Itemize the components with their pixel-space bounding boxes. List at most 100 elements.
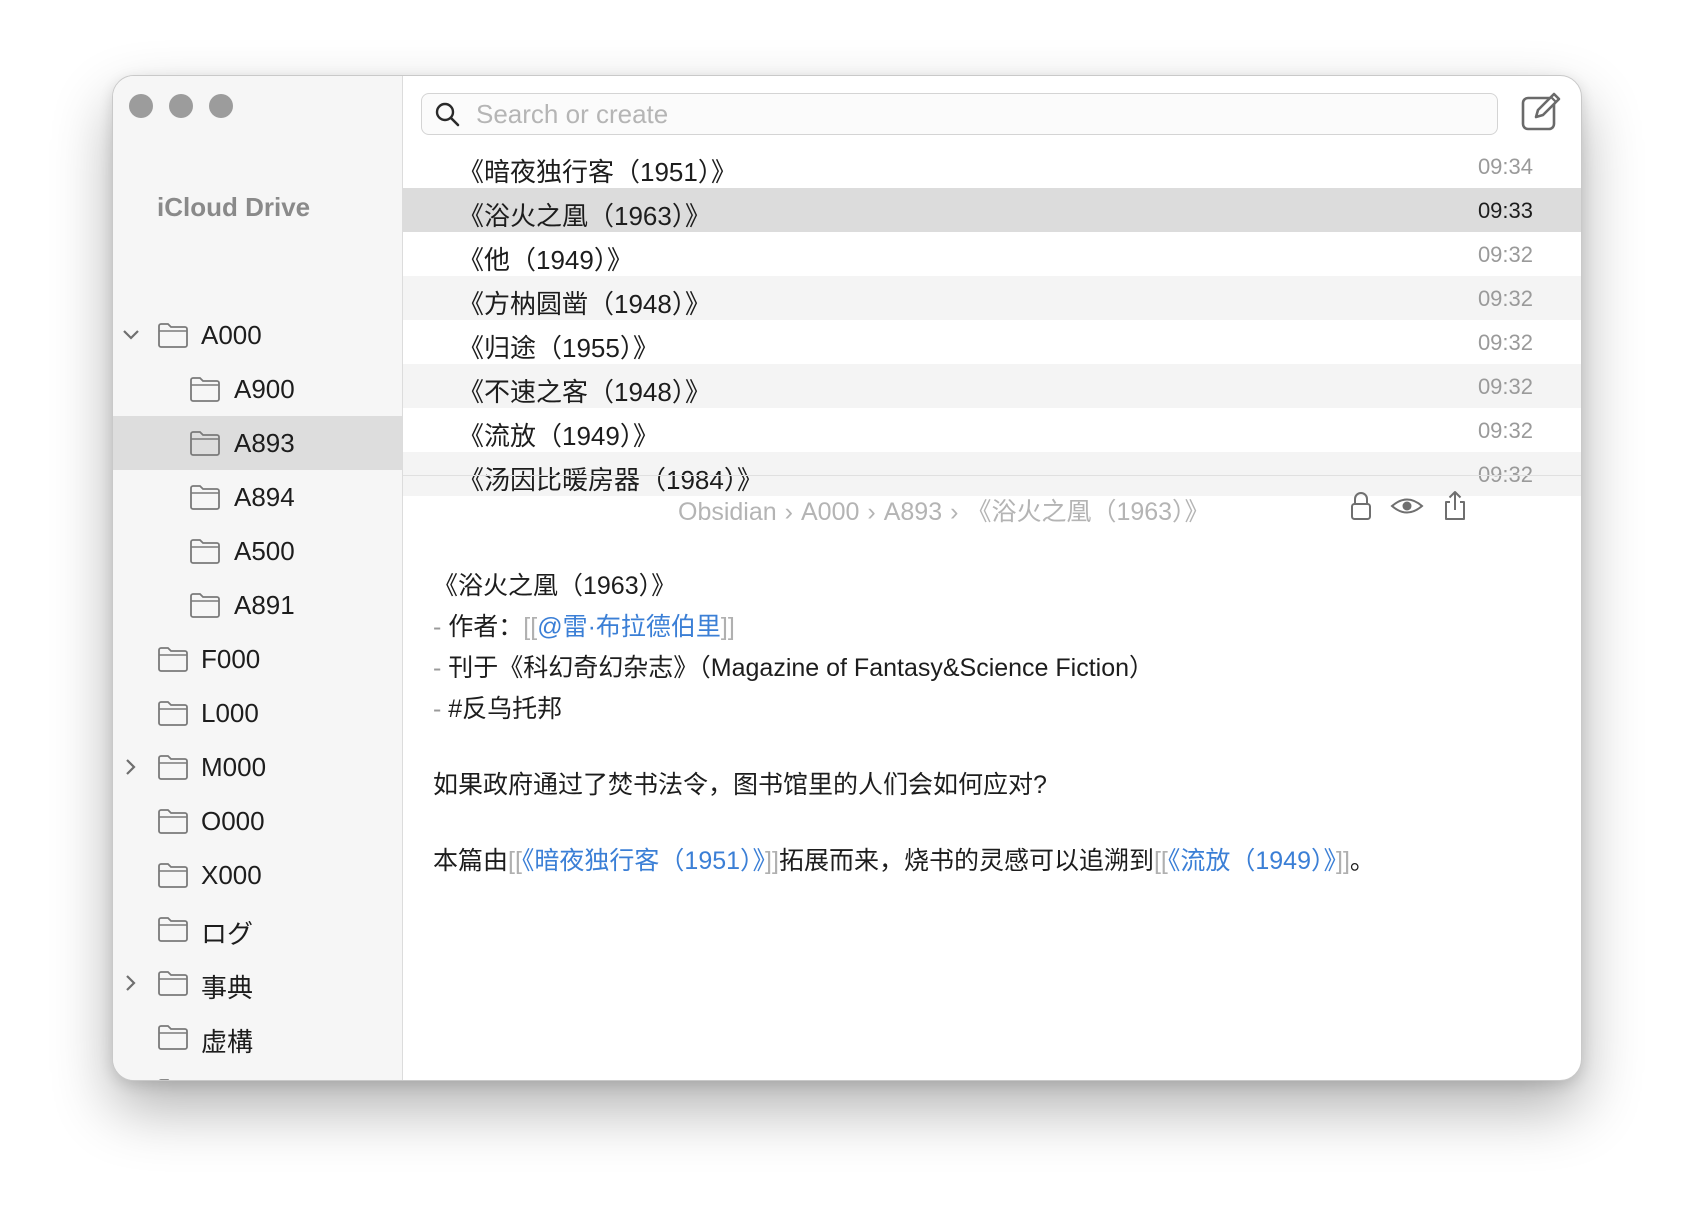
share-icon[interactable] xyxy=(1440,490,1470,522)
sidebar-folder-item[interactable]: A893 xyxy=(113,416,402,470)
close-window-button[interactable] xyxy=(129,94,153,118)
minimize-window-button[interactable] xyxy=(169,94,193,118)
window-controls xyxy=(129,94,233,118)
note-list-row[interactable]: 《归途（1955）》 09:32 xyxy=(403,320,1581,364)
tag-line: - #反乌托邦 xyxy=(433,689,562,725)
paragraph-2-start: 本篇由 xyxy=(433,847,509,875)
note-time: 09:32 xyxy=(1477,418,1533,443)
note-title: 《浴火之凰（1963）》 xyxy=(458,201,711,231)
compose-icon[interactable] xyxy=(1520,91,1562,133)
note-title: 《暗夜独行客（1951）》 xyxy=(458,157,737,187)
folder-tree: A000 A900 A893 A894 A500 A891 F000 L000 M000 O000… xyxy=(113,308,402,1080)
sidebar-folder-label: 事典 xyxy=(201,973,254,1003)
note-list-row[interactable]: 《暗夜独行客（1951）》 09:34 xyxy=(403,144,1581,188)
breadcrumb-separator: › xyxy=(867,498,876,526)
sidebar-folder-item[interactable]: X000 xyxy=(113,848,402,902)
published-line: - 刊于《科幻奇幻杂志》（Magazine of Fantasy&Science… xyxy=(433,648,1154,684)
breadcrumb-item-note: 《浴火之凰（1963）》 xyxy=(966,498,1210,526)
author-link[interactable]: @雷·布拉德伯里 xyxy=(537,613,721,641)
note-list: 《暗夜独行客（1951）》 09:34 《浴火之凰（1963）》 09:33 《他（19… xyxy=(403,144,1581,496)
sidebar-folder-item[interactable]: 虚構 xyxy=(113,1010,402,1064)
list-divider xyxy=(403,475,1581,476)
search-input[interactable] xyxy=(474,97,1478,131)
sidebar-folder-item[interactable]: A894 xyxy=(113,470,402,524)
folder-icon xyxy=(157,915,189,943)
sidebar-folder-item[interactable]: ログ xyxy=(113,902,402,956)
note-title: 《方枘圆凿（1948）》 xyxy=(458,289,711,319)
folder-icon xyxy=(189,591,221,619)
sidebar-folder-label: O000 xyxy=(201,806,265,836)
sidebar-folder-item[interactable]: 事典 xyxy=(113,956,402,1010)
eye-icon[interactable] xyxy=(1390,490,1424,522)
sidebar-folder-item[interactable]: 閲讀 xyxy=(113,1064,402,1080)
note-title: 《归途（1955）》 xyxy=(458,333,659,363)
list-dash: - xyxy=(433,654,442,682)
link-close-bracket: ]] xyxy=(765,847,779,875)
lock-icon[interactable] xyxy=(1346,490,1376,522)
main-pane: 《暗夜独行客（1951）》 09:34 《浴火之凰（1963）》 09:33 《他（19… xyxy=(403,76,1581,1080)
note-title-line: 《浴火之凰（1963）》 xyxy=(433,572,677,600)
note-title: 《他（1949）》 xyxy=(458,245,633,275)
folder-icon xyxy=(189,429,221,457)
sidebar-folder-label: A894 xyxy=(234,482,295,512)
breadcrumb-item-folder[interactable]: A000 xyxy=(801,498,859,526)
note-time: 09:34 xyxy=(1477,154,1533,179)
folder-icon xyxy=(189,375,221,403)
folder-icon xyxy=(189,537,221,565)
sidebar-folder-label: 虚構 xyxy=(201,1027,254,1057)
folder-icon xyxy=(157,645,189,673)
search-bar[interactable] xyxy=(421,93,1498,135)
sidebar-folder-label: 閲讀 xyxy=(201,1076,253,1080)
breadcrumb-item-subfolder[interactable]: A893 xyxy=(884,498,942,526)
chevron-right-icon[interactable] xyxy=(121,755,141,779)
breadcrumb-item-vault[interactable]: Obsidian xyxy=(678,498,777,526)
note-list-row[interactable]: 《流放（1949）》 09:32 xyxy=(403,408,1581,452)
note-list-row[interactable]: 《浴火之凰（1963）》 09:33 xyxy=(403,188,1581,232)
note-link-1[interactable]: 《暗夜独行客（1951）》 xyxy=(522,847,765,875)
sidebar-folder-label: A500 xyxy=(234,536,295,566)
folder-icon xyxy=(189,483,221,511)
note-list-row[interactable]: 《不速之客（1948）》 09:32 xyxy=(403,364,1581,408)
note-time: 09:33 xyxy=(1477,198,1533,223)
folder-icon xyxy=(157,1023,189,1051)
sidebar-folder-item[interactable]: L000 xyxy=(113,686,402,740)
link-close-bracket: ]] xyxy=(720,613,735,641)
author-prefix: 作者： xyxy=(448,613,524,641)
link-open-bracket: [[ xyxy=(1153,847,1168,875)
note-time: 09:32 xyxy=(1477,286,1533,311)
chevron-right-icon[interactable] xyxy=(121,971,141,995)
note-time: 09:32 xyxy=(1477,374,1533,399)
link-open-bracket: [[ xyxy=(523,613,538,641)
sidebar-folder-label: ログ xyxy=(201,919,254,949)
note-title: 《不速之客（1948）》 xyxy=(458,377,711,407)
folder-icon xyxy=(157,321,189,349)
chevron-down-icon[interactable] xyxy=(121,323,141,347)
zoom-window-button[interactable] xyxy=(209,94,233,118)
tag-text[interactable]: #反乌托邦 xyxy=(448,695,562,723)
sidebar-folder-item[interactable]: A900 xyxy=(113,362,402,416)
published-text: 刊于《科幻奇幻杂志》（Magazine of Fantasy&Science F… xyxy=(448,654,1155,682)
author-line: - 作者：[[@雷·布拉德伯里]] xyxy=(433,607,735,643)
search-icon xyxy=(435,102,460,127)
folder-icon xyxy=(157,807,189,835)
chevron-right-icon[interactable] xyxy=(121,1079,141,1080)
note-list-row[interactable]: 《方枘圆凿（1948）》 09:32 xyxy=(403,276,1581,320)
sidebar: iCloud Drive A000 A900 A893 A894 A500 A891 F00… xyxy=(113,76,403,1080)
breadcrumb-separator: › xyxy=(950,498,959,526)
sidebar-folder-item[interactable]: A891 xyxy=(113,578,402,632)
folder-icon xyxy=(157,753,189,781)
folder-icon xyxy=(157,969,189,997)
sidebar-folder-item[interactable]: A500 xyxy=(113,524,402,578)
sidebar-folder-item[interactable]: A000 xyxy=(113,308,402,362)
note-link-2[interactable]: 《流放（1949）》 xyxy=(1168,847,1336,875)
sidebar-folder-label: X000 xyxy=(201,860,262,890)
sidebar-folder-item[interactable]: O000 xyxy=(113,794,402,848)
breadcrumb-separator: › xyxy=(784,498,793,526)
list-dash: - xyxy=(433,613,442,641)
sidebar-folder-label: A891 xyxy=(234,590,295,620)
app-window: iCloud Drive A000 A900 A893 A894 A500 A891 F00… xyxy=(112,75,1582,1081)
note-list-row[interactable]: 《他（1949）》 09:32 xyxy=(403,232,1581,276)
sidebar-folder-label: M000 xyxy=(201,752,267,782)
sidebar-folder-item[interactable]: M000 xyxy=(113,740,402,794)
sidebar-folder-item[interactable]: F000 xyxy=(113,632,402,686)
